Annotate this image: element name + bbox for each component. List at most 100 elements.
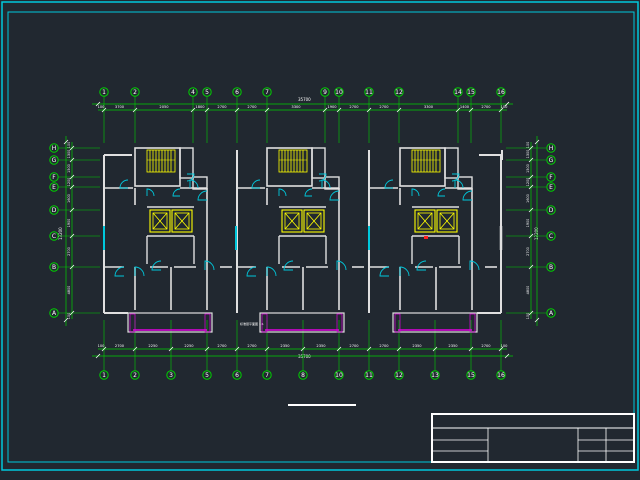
left-dimension-text: 1500 <box>67 164 71 173</box>
bottom-dimension-text: 2250 <box>148 344 158 348</box>
left-row-axis-B-label: B <box>52 264 56 271</box>
left-row-axis-F-label: F <box>52 174 56 181</box>
top-axis-16-label: 16 <box>497 89 505 96</box>
door-swing <box>329 190 340 201</box>
right-row-axis-D-label: D <box>549 207 554 214</box>
bottom-axis-15-label: 15 <box>467 372 475 379</box>
top-dimension-text: 100 <box>98 105 106 109</box>
door-swing <box>454 179 464 189</box>
bottom-dimension-text: 2700 <box>247 344 257 348</box>
door-swing <box>304 188 313 197</box>
bottom-dimension-text: 2250 <box>184 344 194 348</box>
left-row-axis-C-label: C <box>52 233 56 240</box>
right-row-axis-C-label: C <box>549 233 553 240</box>
top-axis-4-label: 4 <box>191 89 195 96</box>
top-axis-10-label: 10 <box>335 89 343 96</box>
top-axis-11-label: 11 <box>365 89 373 96</box>
stair-core-wall <box>399 147 446 187</box>
right-row-axis-G-label: G <box>549 157 554 164</box>
bottom-axis-3-label: 3 <box>169 372 173 379</box>
balcony-rail <box>127 312 213 333</box>
top-dimension-text: 1800 <box>195 105 205 109</box>
balcony-rail <box>259 312 345 333</box>
axis-grid: 1 2 4 5 6 7 9 10 11 12 14 15 161 2 3 5 6 7 8 10 11 12 13 15 16H H… <box>49 87 556 380</box>
bottom-axis-6-label: 6 <box>235 372 239 379</box>
right-dimension-text: 1900 <box>526 219 530 228</box>
left-dimension-text: 1900 <box>67 219 71 228</box>
top-dimension-text: 2700 <box>247 105 257 109</box>
shaft-wall <box>311 147 326 179</box>
bottom-dimension-text: 100 <box>501 344 509 348</box>
left-row-axis-H-label: H <box>52 145 57 152</box>
door-swing <box>251 179 261 189</box>
bottom-axis-2-label: 2 <box>133 372 137 379</box>
left-row-axis-D-label: D <box>52 207 57 214</box>
bottom-axis-16-label: 16 <box>497 372 505 379</box>
bottom-dimension-text: 2350 <box>280 344 290 348</box>
bottom-dimension-text: 2700 <box>349 344 359 348</box>
top-dimension-text: 3300 <box>291 105 301 109</box>
overall-dimension-top: 35700 <box>298 97 311 102</box>
bottom-dimension-text: 2700 <box>217 344 227 348</box>
door-swing <box>151 260 162 271</box>
top-axis-15-label: 15 <box>467 89 475 96</box>
right-dimension-text: 100 <box>526 142 530 148</box>
bottom-dimension-text: 2700 <box>481 344 491 348</box>
top-dimension-text: 3300 <box>424 105 434 109</box>
stair-core-wall <box>134 147 181 187</box>
top-axis-6-label: 6 <box>235 89 239 96</box>
top-dimension-text: 2700 <box>481 105 491 109</box>
top-dimension-text: 3700 <box>115 105 125 109</box>
right-dimension-text: 1200 <box>526 178 530 187</box>
bottom-axis-1-label: 1 <box>102 372 106 379</box>
door-swing <box>134 266 145 277</box>
door-swing <box>246 266 257 277</box>
top-dimension-text: 1400 <box>460 105 470 109</box>
top-dimension-text: 2700 <box>349 105 359 109</box>
door-swing <box>114 266 125 277</box>
right-row-axis-B-label: B <box>549 264 553 271</box>
left-row-axis-G-label: G <box>52 157 57 164</box>
bottom-dimension-text: 2350 <box>412 344 422 348</box>
dwelling-unit-1 <box>103 147 238 333</box>
dwelling-unit-3 <box>368 147 503 333</box>
top-dimension-text: 2700 <box>217 105 227 109</box>
right-dimension-text: 2700 <box>526 247 530 256</box>
overall-dimension-bottom: 35700 <box>298 354 311 359</box>
door-swing <box>283 260 294 271</box>
cad-drawing-canvas: 标准层平面图 1:1 35700 35700 13200 13200 12456… <box>0 0 640 480</box>
shaft-wall <box>444 147 459 179</box>
door-swing <box>146 188 155 197</box>
right-row-axis-H-label: H <box>549 145 554 152</box>
door-swing <box>416 260 427 271</box>
bottom-dimension-text: 2350 <box>316 344 326 348</box>
top-axis-5-label: 5 <box>205 89 209 96</box>
door-swing <box>462 190 473 201</box>
left-row-axis-E-label: E <box>52 184 56 191</box>
left-dimension-text: 2700 <box>67 247 71 256</box>
top-axis-14-label: 14 <box>454 89 462 96</box>
right-row-axis-E-label: E <box>549 184 553 191</box>
bottom-axis-8-label: 8 <box>301 372 305 379</box>
top-axis-12-label: 12 <box>395 89 403 96</box>
bottom-axis-7-label: 7 <box>265 372 269 379</box>
door-swing <box>321 179 331 189</box>
right-dimension-text: 4800 <box>526 286 530 295</box>
top-axis-9-label: 9 <box>323 89 327 96</box>
door-swing <box>399 266 410 277</box>
bottom-dimension-text: 100 <box>98 344 106 348</box>
left-dimension-text: 1600 <box>67 194 71 203</box>
door-swing <box>379 266 390 277</box>
right-dimension-text: 100 <box>526 313 530 319</box>
bottom-axis-12-label: 12 <box>395 372 403 379</box>
door-swing <box>189 179 199 189</box>
door-swing <box>384 179 394 189</box>
left-dimension-text: 4800 <box>67 286 71 295</box>
shaft-wall <box>179 147 194 179</box>
right-dimension-text: 1500 <box>526 164 530 173</box>
door-swing <box>119 179 129 189</box>
bottom-axis-10-label: 10 <box>335 372 343 379</box>
door-swing <box>172 188 181 197</box>
right-dimension-text: 1300 <box>526 150 530 159</box>
stair-core-wall <box>266 147 313 187</box>
